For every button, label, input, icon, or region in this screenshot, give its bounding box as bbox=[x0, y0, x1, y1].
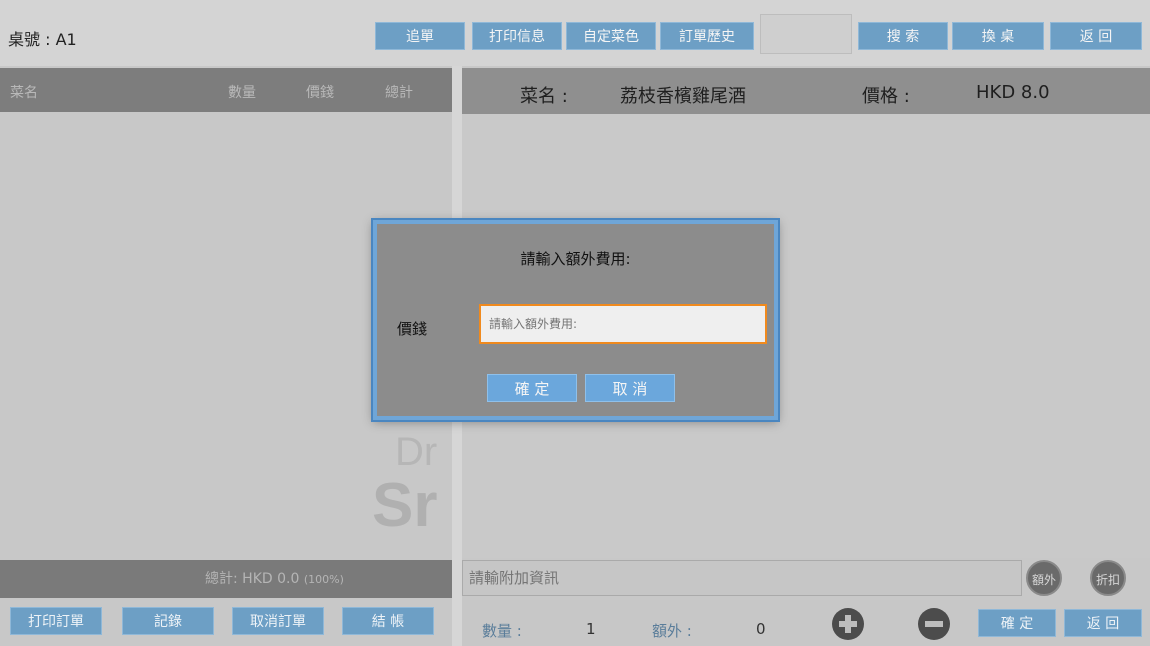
dialog-confirm-button[interactable]: 確 定 bbox=[487, 374, 577, 402]
watermark-text: Dr bbox=[395, 430, 438, 474]
quantity-label: 數量 : bbox=[482, 622, 522, 640]
cancel-order-button[interactable]: 取消訂單 bbox=[232, 607, 324, 635]
extra-circle-button[interactable]: 額外 bbox=[1026, 560, 1062, 596]
back-button-bottom[interactable]: 返 回 bbox=[1064, 609, 1142, 637]
checkout-button[interactable]: 結 帳 bbox=[342, 607, 434, 635]
order-total: 總計: HKD 0.0 (100%) bbox=[205, 560, 344, 599]
dialog-title: 請輸入額外費用: bbox=[520, 250, 631, 268]
order-total-text: 總計: HKD 0.0 bbox=[205, 571, 300, 587]
dish-name-value: 荔枝香檳雞尾酒 bbox=[620, 86, 746, 107]
note-input[interactable] bbox=[462, 560, 1022, 596]
blank-slot bbox=[760, 14, 852, 54]
plus-icon[interactable] bbox=[832, 608, 864, 640]
watermark-text-large: Sr bbox=[372, 471, 438, 540]
dish-name-label: 菜名 : bbox=[520, 86, 568, 107]
dish-detail-header: 菜名 : 荔枝香檳雞尾酒 價格 : HKD 8.0 bbox=[462, 68, 1150, 114]
search-button[interactable]: 搜 索 bbox=[858, 22, 948, 50]
print-info-button[interactable]: 打印信息 bbox=[472, 22, 562, 50]
order-total-percent: (100%) bbox=[303, 573, 344, 586]
dialog-cancel-button[interactable]: 取 消 bbox=[585, 374, 675, 402]
order-list-header: 菜名 數量 價錢 總計 bbox=[0, 68, 452, 112]
extra-label: 額外 : bbox=[652, 622, 692, 640]
minus-icon[interactable] bbox=[918, 608, 950, 640]
column-dish-name: 菜名 bbox=[10, 85, 38, 101]
extra-fee-dialog: 請輸入額外費用: 價錢 確 定 取 消 bbox=[373, 220, 778, 420]
column-quantity: 數量 bbox=[228, 85, 256, 101]
confirm-button[interactable]: 確 定 bbox=[978, 609, 1056, 637]
records-button[interactable]: 記錄 bbox=[122, 607, 214, 635]
column-price: 價錢 bbox=[306, 85, 334, 101]
back-button-top[interactable]: 返 回 bbox=[1050, 22, 1142, 50]
custom-dish-button[interactable]: 自定菜色 bbox=[566, 22, 656, 50]
dialog-price-label: 價錢 bbox=[397, 320, 428, 338]
price-value: HKD 8.0 bbox=[976, 82, 1050, 103]
add-order-button[interactable]: 追單 bbox=[375, 22, 465, 50]
price-label: 價格 : bbox=[862, 86, 910, 107]
quantity-value: 1 bbox=[586, 620, 596, 638]
order-total-bar: 總計: HKD 0.0 (100%) bbox=[0, 560, 452, 598]
order-history-button[interactable]: 訂單歷史 bbox=[660, 22, 754, 50]
table-number-label: 桌號 : A1 bbox=[8, 30, 77, 49]
print-order-button[interactable]: 打印訂單 bbox=[10, 607, 102, 635]
extra-value: 0 bbox=[756, 620, 766, 638]
discount-circle-button[interactable]: 折扣 bbox=[1090, 560, 1126, 596]
column-total: 總計 bbox=[385, 85, 413, 101]
change-table-button[interactable]: 換 桌 bbox=[952, 22, 1044, 50]
extra-fee-input[interactable] bbox=[479, 304, 767, 344]
